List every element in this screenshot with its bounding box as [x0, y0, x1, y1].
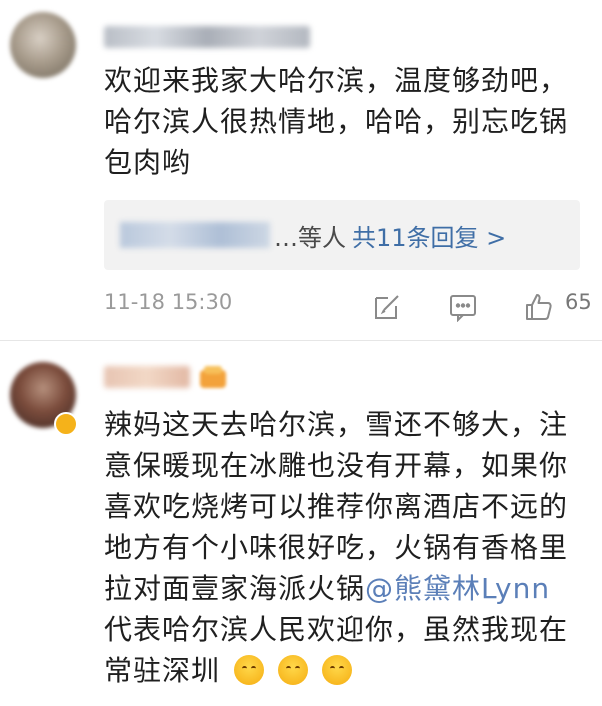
comment-line: 地方有个小味很好吃，火锅有香格里 [104, 531, 569, 564]
view-replies-link[interactable]: 共11条回复 > [352, 218, 506, 253]
blushing-emoji-icon [233, 655, 264, 685]
like-count: 65 [565, 290, 592, 314]
blushing-emoji-icon [277, 655, 308, 685]
comment-line: 欢迎来我家大哈尔滨，温度够劲吧， [104, 64, 569, 97]
comment-icon[interactable] [448, 292, 478, 326]
username-blurred[interactable] [104, 26, 310, 48]
comment-text: 辣妈这天去哈尔滨，雪还不够大，注 意保暖现在冰雕也没有开幕，如果你 喜欢吃烧烤可… [104, 404, 594, 691]
comment-line: 哈尔滨人很热情地，哈哈，别忘吃锅 [104, 105, 569, 138]
username-blurred[interactable] [104, 366, 190, 388]
comment-line: 包肉哟 [104, 146, 192, 179]
comment-line-with-emoji: 常驻深圳 [104, 650, 594, 691]
reply-others-label: …等人 [274, 224, 346, 252]
comment-meta: 11-18 15:30 65 [0, 288, 602, 328]
comment-text: 欢迎来我家大哈尔滨，温度够劲吧， 哈尔滨人很热情地，哈哈，别忘吃锅 包肉哟 [104, 60, 594, 183]
comment-text-fragment: 常驻深圳 [104, 654, 221, 687]
blushing-emoji-icon [321, 655, 352, 685]
comment-text-fragment: 拉对面壹家海派火锅 [104, 572, 366, 605]
comment-line: 意保暖现在冰雕也没有开幕，如果你 [104, 449, 569, 482]
mention-link[interactable]: @熊黛林Lynn [365, 572, 550, 605]
divider [0, 340, 602, 341]
comment-line-with-mention: 拉对面壹家海派火锅@熊黛林Lynn [104, 568, 594, 609]
verified-badge-icon [54, 412, 78, 436]
avatar[interactable] [10, 12, 76, 78]
comment-line: 代表哈尔滨人民欢迎你，虽然我现在 [104, 613, 569, 646]
like-icon[interactable] [524, 292, 554, 326]
comment-line: 辣妈这天去哈尔滨，雪还不够大，注 [104, 408, 569, 441]
reply-summary[interactable]: …等人 共11条回复 > [104, 200, 580, 270]
vip-icon [200, 366, 226, 388]
edit-icon[interactable] [372, 292, 402, 326]
comment-line: 喜欢吃烧烤可以推荐你离酒店不远的 [104, 490, 569, 523]
reply-usernames-blurred [120, 222, 270, 248]
timestamp: 11-18 15:30 [104, 290, 233, 314]
